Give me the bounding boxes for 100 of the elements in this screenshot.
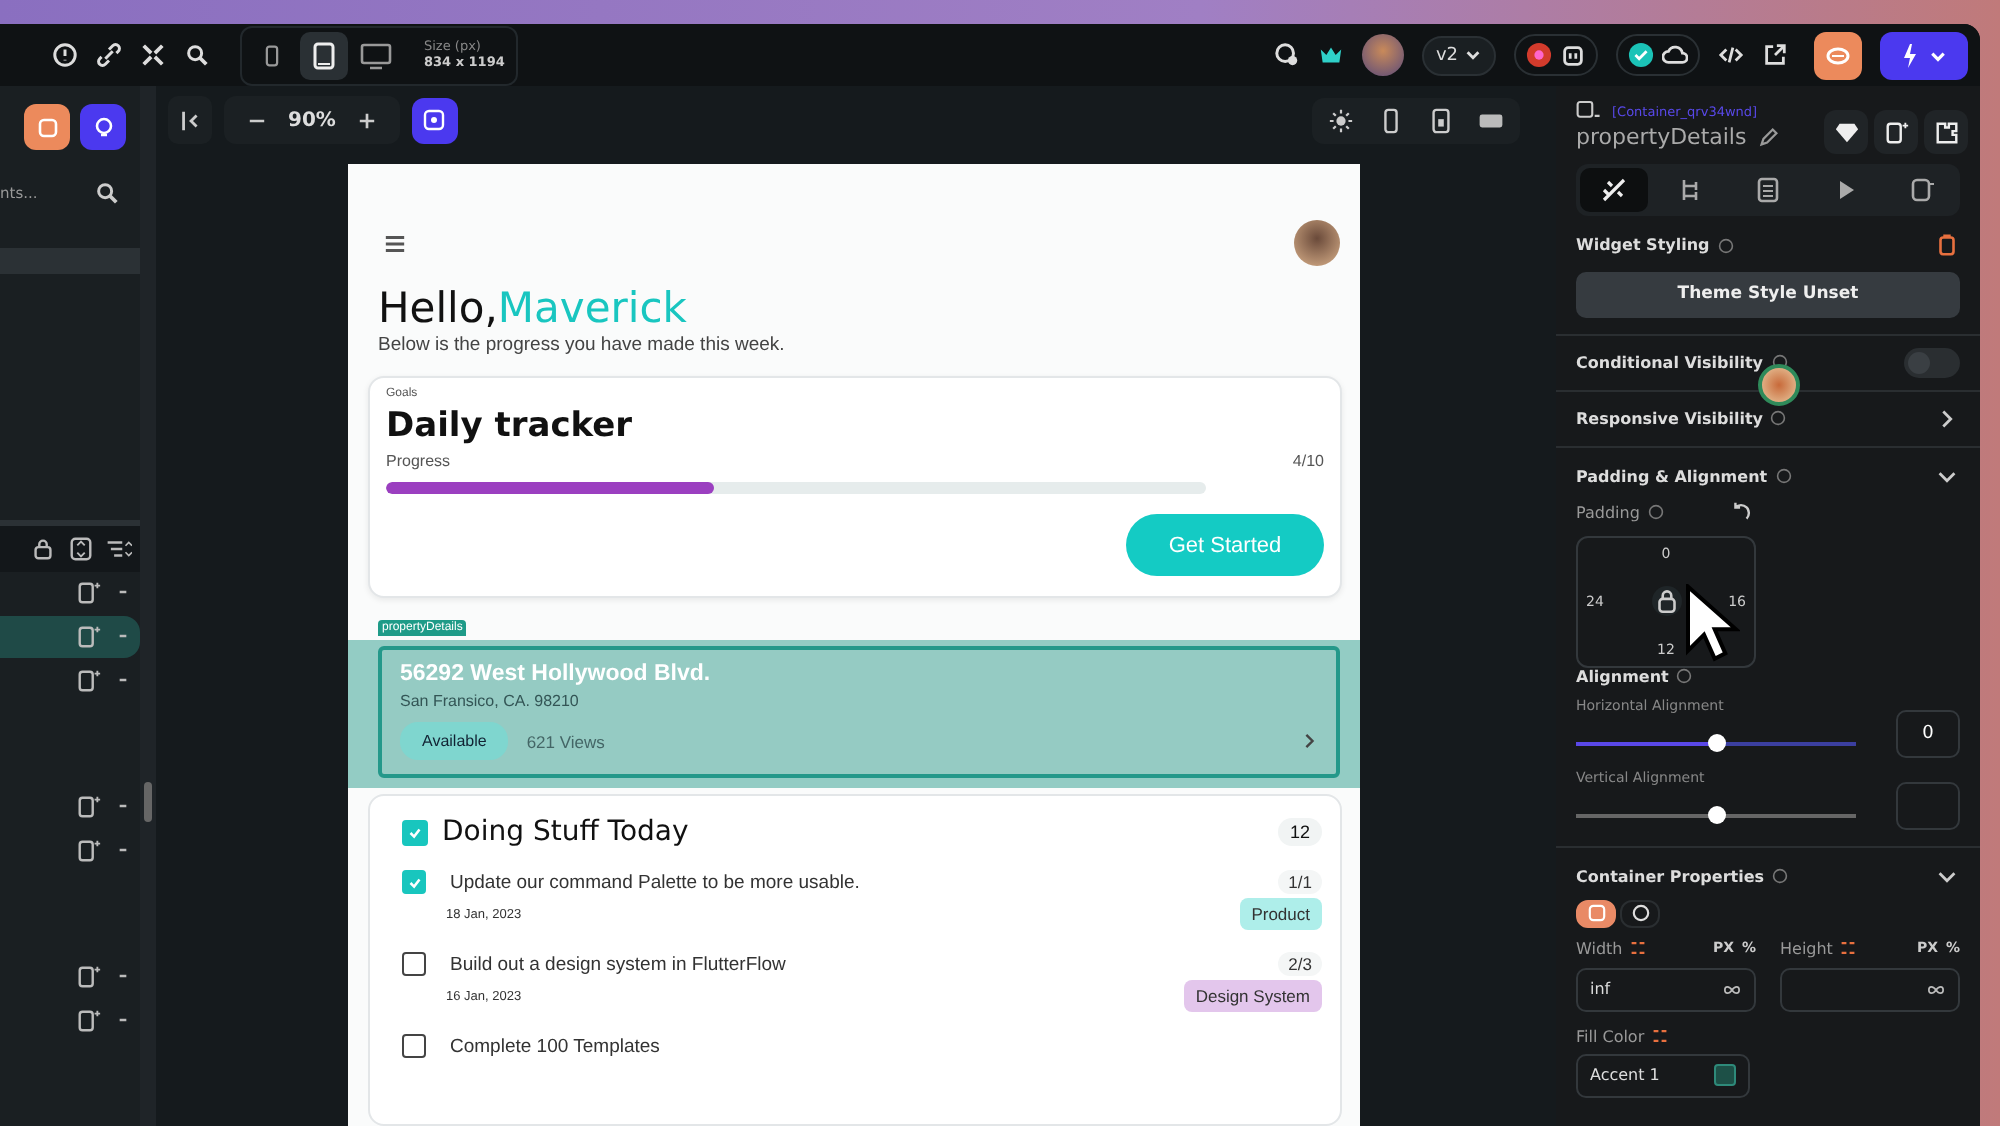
version-dropdown[interactable]: v2 [1421,35,1496,75]
progress-label: Progress [386,452,451,471]
properties-tab[interactable] [1580,168,1648,212]
fill-color-field[interactable]: Accent 1 [1576,1053,1750,1097]
checkbox[interactable] [402,1034,426,1059]
task-title: Build out a design system in FlutterFlow [450,953,786,976]
infinity-icon[interactable] [1926,983,1946,995]
circle-shape-button[interactable] [1620,899,1660,927]
checkbox[interactable] [402,870,426,895]
search-icon[interactable] [184,42,210,68]
checkbox[interactable] [402,952,426,977]
color-swatch [1714,1064,1736,1086]
checkbox[interactable] [402,819,428,846]
progress-count: 4/10 [1292,452,1324,471]
widget-icon [76,667,102,694]
puzzle-button[interactable] [1924,110,1968,154]
run-button[interactable] [1880,31,1968,79]
slider-thumb[interactable] [1708,733,1726,751]
lock-icon[interactable] [30,535,56,562]
property-address: 56292 West Hollywood Blvd. [400,662,713,687]
chat-button[interactable] [1814,31,1862,79]
user-avatar[interactable] [1294,220,1340,266]
edit-icon[interactable] [1756,124,1783,150]
widget-icon [76,793,102,820]
info-icon[interactable] [1647,504,1664,520]
infinity-icon[interactable] [1722,983,1742,995]
reset-icon[interactable] [1934,232,1960,258]
code-icon[interactable] [1718,42,1744,68]
widget-icon [76,579,102,606]
expand-icon[interactable] [68,535,94,562]
info-icon[interactable] [1676,668,1693,684]
gem-button[interactable] [1824,110,1868,154]
field-label: Width [1576,939,1623,957]
lock-icon[interactable] [1651,586,1681,616]
target-icon [422,108,447,132]
card-title: Daily tracker [386,406,635,447]
task-title: Complete 100 Templates [450,1035,660,1058]
sun-icon[interactable] [1328,107,1354,133]
value-field[interactable] [1896,781,1960,829]
container-icon [1576,98,1602,124]
widget-button[interactable] [1874,110,1918,154]
tree-row[interactable] [0,615,140,658]
widget-icon [76,963,102,990]
collapse-icon [177,107,203,133]
expand-icon[interactable] [140,42,166,68]
phone-icon[interactable] [1378,107,1404,133]
link-icon[interactable] [96,42,122,68]
property-card[interactable]: 56292 West Hollywood Blvd. San Fransico, CA. 98210 Available 621 Views [378,646,1340,779]
visibility-toggle[interactable] [1904,347,1960,377]
info-icon[interactable] [1717,237,1734,253]
external-link-icon[interactable] [1762,42,1788,68]
caret-icon [1930,49,1946,61]
greeting: Hello, [378,284,498,332]
task-count: 12 [1277,818,1322,847]
search-icon[interactable] [94,179,120,206]
dash-icon [118,588,128,597]
caret-icon [1464,46,1482,64]
chevron-right-icon[interactable] [1302,732,1316,751]
inspect-button[interactable] [411,97,458,143]
phone-icon [260,41,284,69]
sort-icon[interactable] [106,535,132,562]
user-avatar[interactable] [1361,34,1404,76]
slider-thumb[interactable] [1708,805,1726,823]
resize-handle[interactable] [144,782,152,822]
width-field[interactable]: inf [1576,967,1756,1011]
user-name: Maverick [497,284,687,332]
dash-icon [118,802,128,811]
theme-button[interactable] [80,104,126,150]
widget-icon [1908,176,1936,204]
view-count: 621 Views [526,731,605,752]
square-icon [35,115,59,139]
info-icon[interactable] [1770,410,1787,426]
property-city: San Fransico, CA. 98210 [400,692,581,711]
alert-icon[interactable] [52,42,78,68]
zoom-in-button[interactable] [355,111,380,129]
tablet-button[interactable] [300,31,348,79]
tablet-icon [310,39,338,71]
rectangle-shape-button[interactable] [1576,899,1616,927]
components-button[interactable] [24,104,70,150]
variable-icon[interactable] [1652,1028,1669,1044]
variable-icon[interactable] [1630,940,1647,956]
height-field[interactable] [1780,967,1960,1011]
check-circle-icon[interactable] [1628,42,1654,68]
dash-icon [118,972,128,981]
cloud-icon[interactable] [1662,42,1688,68]
zoom-level: 90% [288,109,336,131]
variable-icon[interactable] [1840,940,1857,956]
widget-icon [1883,119,1909,145]
tablet-icon[interactable] [1428,107,1454,133]
crown-icon[interactable] [1317,42,1344,68]
menu-icon[interactable] [384,233,406,253]
value-field[interactable]: 0 [1896,709,1960,757]
square-icon [1587,904,1605,922]
lightbulb-icon [91,115,115,139]
info-icon[interactable] [1772,868,1789,884]
collapse-button[interactable] [168,96,212,144]
section-title: Padding & Alignment [1576,467,1768,485]
section-title: Container Properties [1576,867,1765,885]
info-icon[interactable] [1775,468,1792,484]
theme-style-button[interactable]: Theme Style Unset [1576,271,1960,317]
